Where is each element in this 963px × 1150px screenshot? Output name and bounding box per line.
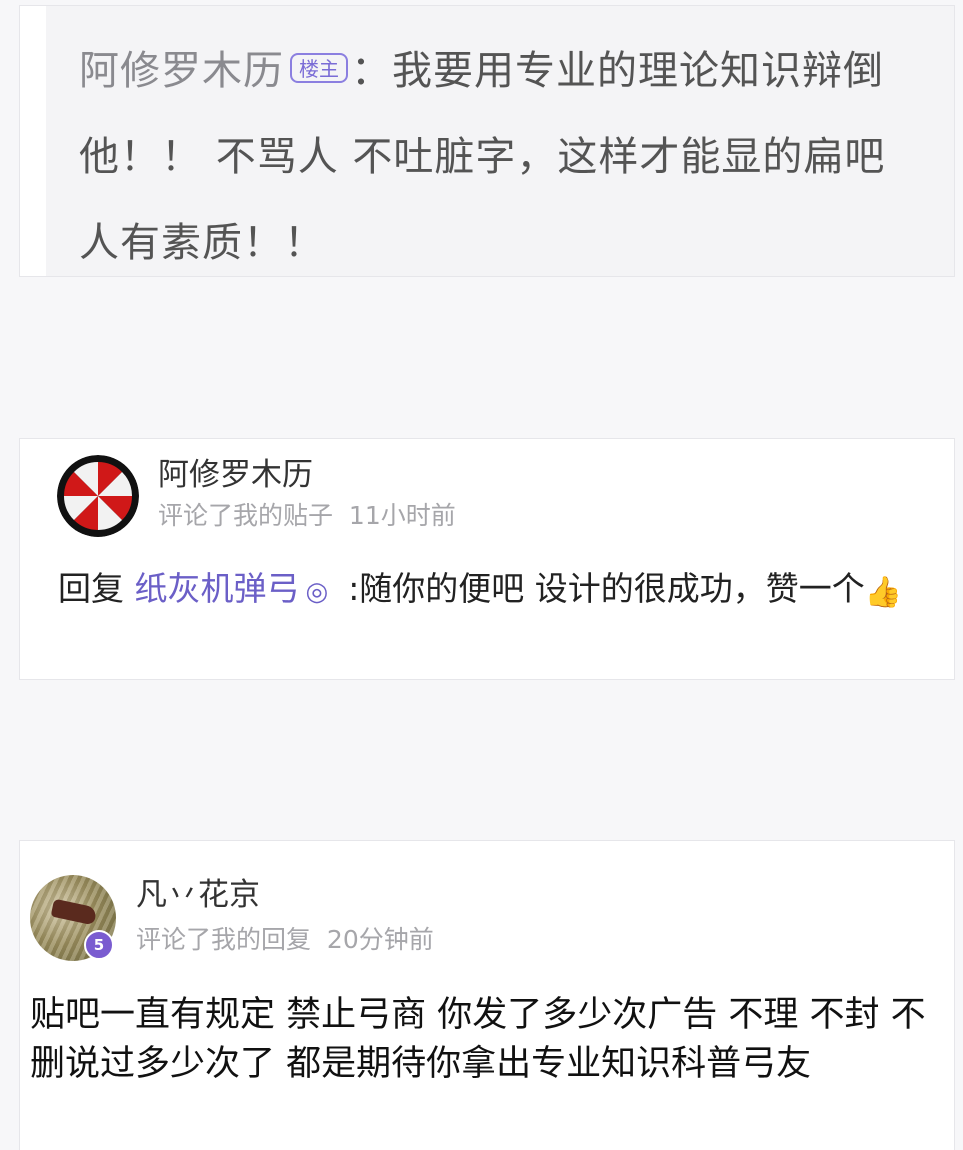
notification-action: 评论了我的贴子	[158, 501, 334, 530]
comment-content: 贴吧一直有规定 禁止弓商 你发了多少次广告 不理 不封 不删说过多少次了 都是期…	[30, 995, 926, 1084]
mention-link[interactable]: 纸灰机弹弓	[135, 569, 300, 608]
notification-time: 11小时前	[348, 501, 456, 530]
page: 阿修罗木历 楼主 ：我要用专业的理论知识辩倒他！！ 不骂人 不吐脏字，这样才能显的扁…	[0, 0, 963, 1150]
umbrella-logo-icon[interactable]	[57, 455, 139, 537]
notification-card[interactable]: 5 凡丷花京 评论了我的回复 20分钟前 贴吧一直有规定 禁止弓商 你发了多少次…	[19, 840, 955, 1150]
notification-time: 20分钟前	[326, 925, 434, 954]
notification-card[interactable]: 阿修罗木历 评论了我的贴子 11小时前 回复 纸灰机弹弓 ◎ :随你的便吧 设计的很…	[19, 438, 955, 680]
notification-action: 评论了我的回复	[136, 925, 312, 954]
username[interactable]: 阿修罗木历	[158, 455, 313, 495]
op-badge: 楼主	[290, 53, 348, 83]
level-badge-icon: 5	[84, 930, 114, 960]
quote-accent-bar	[20, 6, 46, 276]
notification-meta: 评论了我的贴子 11小时前	[158, 500, 456, 532]
quoted-post-author[interactable]: 阿修罗木历	[79, 48, 284, 94]
reply-content: 回复 纸灰机弹弓 ◎ :随你的便吧 设计的很成功，赞一个👍	[58, 567, 938, 615]
username[interactable]: 凡丷花京	[136, 875, 260, 915]
quoted-post-text-block: 阿修罗木历 楼主 ：我要用专业的理论知识辩倒他！！ 不骂人 不吐脏字，这样才能显的扁…	[79, 28, 919, 286]
thumbs-up-icon: 👍	[864, 575, 903, 610]
reply-prefix: 回复	[58, 569, 124, 608]
quoted-post-card[interactable]: 阿修罗木历 楼主 ：我要用专业的理论知识辩倒他！！ 不骂人 不吐脏字，这样才能显的扁…	[19, 5, 955, 277]
notification-meta: 评论了我的回复 20分钟前	[136, 924, 434, 956]
circle-icon: ◎	[305, 577, 329, 607]
reply-body: :随你的便吧 设计的很成功，赞一个	[348, 569, 865, 608]
quote-separator: ：	[351, 48, 392, 94]
